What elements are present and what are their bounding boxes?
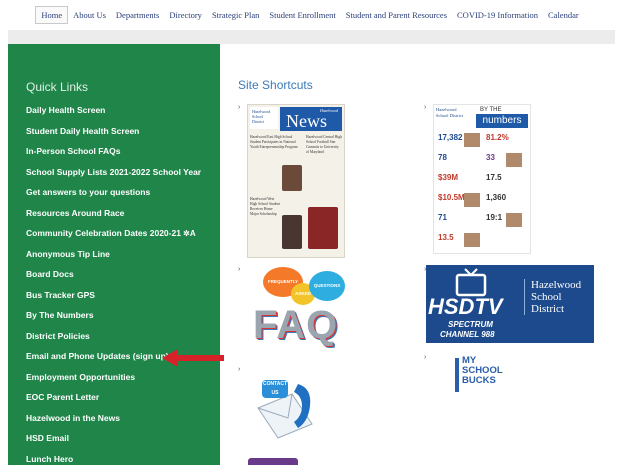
news-story-1: Hazelwood East High School Student Parti… — [250, 135, 302, 150]
faq-shortcut[interactable]: FREQUENTLY ASKED QUESTIONS FAQ — [247, 265, 365, 355]
quick-link-hsd-email[interactable]: HSD Email — [26, 432, 201, 453]
bucks-bar — [455, 358, 459, 392]
quick-link-school-supply-lists-2021-2022-school-year[interactable]: School Supply Lists 2021-2022 School Yea… — [26, 166, 201, 187]
stat-value: 81.2% — [486, 133, 509, 142]
quick-links-sidebar: Quick Links Daily Health ScreenStudent D… — [8, 44, 220, 465]
quick-link-employment-opportunities[interactable]: Employment Opportunities — [26, 371, 201, 392]
stat-value: 33 — [486, 153, 495, 162]
nav-directory[interactable]: Directory — [164, 7, 207, 23]
by-the-numbers-shortcut[interactable]: Hazelwood School District BY THE numbers… — [433, 104, 531, 254]
bullet-news: › — [238, 104, 240, 111]
quick-link-daily-health-screen[interactable]: Daily Health Screen — [26, 104, 201, 125]
hsdtv-channel: CHANNEL 988 — [440, 330, 495, 339]
contact-us-shortcut[interactable]: CONTACT US — [254, 374, 324, 444]
student-photo-2 — [282, 215, 302, 249]
faq-text: FAQ — [253, 303, 338, 347]
red-arrow-icon — [162, 349, 226, 367]
news-logo: Hazelwood School District — [250, 107, 278, 129]
numbers-logo: Hazelwood School District — [436, 107, 470, 119]
quick-link-student-daily-health-screen[interactable]: Student Daily Health Screen — [26, 125, 201, 146]
my-school-bucks-shortcut[interactable]: MY SCHOOL BUCKS — [455, 356, 515, 396]
quick-link-eoc-parent-letter[interactable]: EOC Parent Letter — [26, 391, 201, 412]
quick-links-list: Daily Health ScreenStudent Daily Health … — [26, 104, 201, 473]
translate-icon: ✲A — [181, 229, 196, 238]
faq-bubble-3: QUESTIONS — [309, 271, 345, 301]
nav-covid-19-information[interactable]: COVID-19 Information — [452, 7, 543, 23]
bullet-contact: › — [238, 366, 240, 373]
stat-value: 17.5 — [486, 173, 502, 182]
quick-link-by-the-numbers[interactable]: By The Numbers — [26, 309, 201, 330]
hazelwood-news-shortcut[interactable]: Hazelwood School District Hazelwood News… — [247, 104, 345, 258]
hsdtv-brand: HSDTV — [428, 295, 503, 319]
nav-student-and-parent-resources[interactable]: Student and Parent Resources — [341, 7, 452, 23]
student-photo-1 — [282, 165, 302, 191]
stat-value: 1,360 — [486, 193, 506, 202]
site-shortcuts-title: Site Shortcuts — [238, 78, 313, 92]
numbers-thumbnail — [506, 153, 522, 167]
quick-link-district-policies[interactable]: District Policies — [26, 330, 201, 351]
news-story-2: Hazelwood Central High School Football S… — [306, 135, 342, 155]
numbers-by-the: BY THE — [480, 107, 501, 113]
nav-home[interactable]: Home — [35, 6, 68, 24]
stat-value: 17,382 — [438, 133, 462, 142]
nav-student-enrollment[interactable]: Student Enrollment — [264, 7, 340, 23]
contact-us-label: CONTACT US — [262, 380, 288, 398]
quick-links-title: Quick Links — [26, 80, 88, 94]
stat-value: 13.5 — [438, 233, 454, 242]
hsdtv-district-logo: Hazelwood School District — [524, 279, 597, 315]
quick-link-resources-around-race[interactable]: Resources Around Race — [26, 207, 201, 228]
stat-value: 71 — [438, 213, 447, 222]
stat-value: 19:1 — [486, 213, 502, 222]
hsdtv-shortcut[interactable]: HSDTV SPECTRUM CHANNEL 988 Hazelwood Sch… — [426, 265, 594, 343]
nav-departments[interactable]: Departments — [111, 7, 164, 23]
numbers-thumbnail — [464, 193, 480, 207]
stat-value: 78 — [438, 153, 447, 162]
hsdtv-spectrum: SPECTRUM — [448, 320, 493, 329]
bullet-bucks: › — [424, 354, 426, 361]
top-nav: HomeAbout UsDepartmentsDirectoryStrategi… — [0, 0, 619, 30]
nav-about-us[interactable]: About Us — [68, 7, 111, 23]
news-story-3: Hazelwood West High School Student Recei… — [250, 197, 282, 217]
quick-link-bus-tracker-gps[interactable]: Bus Tracker GPS — [26, 289, 201, 310]
quick-link-anonymous-tip-line[interactable]: Anonymous Tip Line — [26, 248, 201, 269]
numbers-thumbnail — [464, 133, 480, 147]
bucks-logo: MY SCHOOL BUCKS — [462, 356, 503, 386]
tv-icon — [454, 267, 488, 297]
quick-link-get-answers-to-your-questions[interactable]: Get answers to your questions — [26, 186, 201, 207]
next-shortcut-partial[interactable] — [248, 458, 298, 465]
nav-strategic-plan[interactable]: Strategic Plan — [207, 7, 264, 23]
stat-value: $10.5M — [438, 193, 465, 202]
stat-value: $39M — [438, 173, 458, 182]
quick-link-community-celebration-dates-2020-21[interactable]: Community Celebration Dates 2020-21 ✲A — [26, 227, 201, 248]
numbers-thumbnail — [464, 233, 480, 247]
quick-link-hazelwood-in-the-news[interactable]: Hazelwood in the News — [26, 412, 201, 433]
header-bar — [8, 30, 615, 44]
numbers-heading: numbers — [476, 114, 528, 128]
bullet-numbers: › — [424, 104, 426, 111]
quick-link-board-docs[interactable]: Board Docs — [26, 268, 201, 289]
numbers-thumbnail — [506, 213, 522, 227]
bullet-faq: › — [238, 266, 240, 273]
student-photo-3 — [308, 207, 338, 249]
quick-link-lunch-hero[interactable]: Lunch Hero — [26, 453, 201, 473]
quick-link-in-person-school-faqs[interactable]: In-Person School FAQs — [26, 145, 201, 166]
news-masthead: Hazelwood News — [280, 107, 342, 131]
nav-calendar[interactable]: Calendar — [543, 7, 584, 23]
